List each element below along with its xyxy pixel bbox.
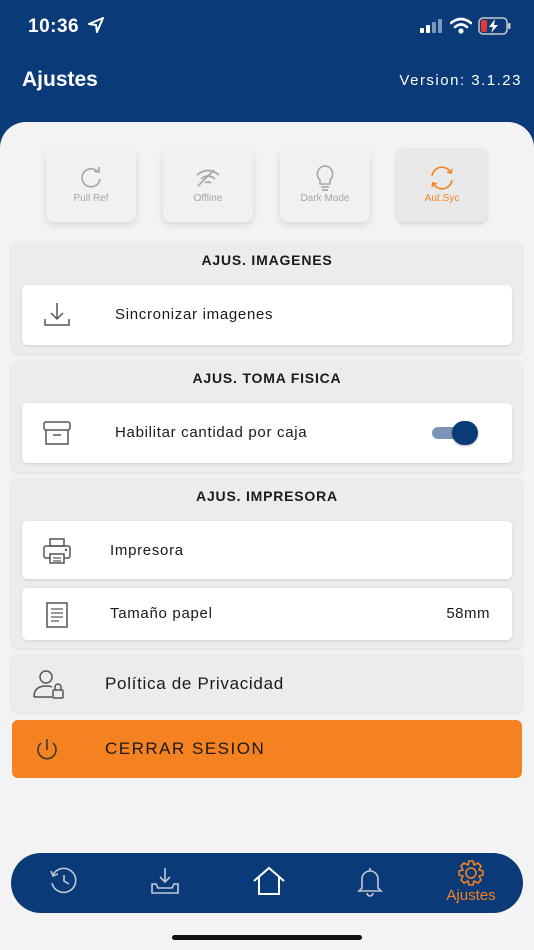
signal-icon [420, 19, 442, 33]
section-impresora: AJUS. IMPRESORA Impresora Tamaño papel 5… [12, 478, 522, 648]
paper-size-row[interactable]: Tamaño papel 58mm [22, 588, 512, 640]
dark-mode-label: Dark Mode [300, 193, 350, 204]
wifi-off-icon [196, 169, 220, 187]
section-imagenes: AJUS. IMAGENES Sincronizar imagenes [12, 242, 522, 354]
sync-images-label: Sincronizar imagenes [115, 306, 274, 323]
caja-toggle[interactable] [432, 421, 478, 445]
auto-sync-label: Aut.Syc [424, 193, 460, 204]
battery-charging-icon [478, 17, 511, 35]
section-title: AJUS. TOMA FISICA [192, 370, 342, 386]
home-indicator [172, 935, 362, 940]
paper-size-label: Tamaño papel [110, 605, 213, 622]
caja-label: Habilitar cantidad por caja [115, 424, 308, 441]
nav-history[interactable] [28, 853, 98, 913]
nav-notifications[interactable] [334, 853, 404, 913]
document-icon [46, 602, 68, 628]
wifi-icon [450, 17, 472, 34]
offline-button[interactable]: Offline [163, 148, 253, 222]
bottom-nav: Ajustes [11, 853, 523, 913]
logout-button[interactable]: CERRAR SESION [12, 720, 522, 778]
privacy-policy-row[interactable]: Política de Privacidad [12, 654, 522, 712]
status-bar: 10:36 [0, 0, 534, 52]
settings-content: Pull Ref Offline Dark Mode Aut.Syc AJUS.… [0, 122, 534, 950]
printer-row[interactable]: Impresora [22, 521, 512, 579]
sync-icon [431, 166, 453, 190]
gear-icon [458, 860, 484, 886]
dark-mode-button[interactable]: Dark Mode [280, 148, 370, 222]
history-icon [50, 867, 77, 894]
archive-box-icon [43, 421, 71, 445]
logout-label: CERRAR SESION [105, 739, 266, 758]
refresh-icon [81, 167, 101, 188]
privacy-policy-label: Política de Privacidad [105, 674, 284, 693]
home-icon [253, 866, 285, 895]
user-lock-icon [33, 670, 64, 699]
nav-settings-label: Ajustes [446, 887, 496, 904]
offline-label: Offline [193, 193, 223, 204]
printer-label: Impresora [110, 542, 184, 559]
page-title: Ajustes [22, 68, 98, 91]
caja-row: Habilitar cantidad por caja [22, 403, 512, 463]
sync-images-row[interactable]: Sincronizar imagenes [22, 285, 512, 345]
toggle-knob [452, 421, 478, 445]
auto-sync-button[interactable]: Aut.Syc [397, 148, 487, 222]
lightbulb-icon [316, 165, 334, 191]
version-label: Version: 3.1.23 [399, 72, 522, 89]
section-title: AJUS. IMPRESORA [196, 488, 338, 504]
nav-settings[interactable]: Ajustes [436, 853, 506, 913]
paper-size-value: 58mm [446, 605, 490, 622]
power-icon [37, 739, 57, 760]
nav-download[interactable] [129, 853, 199, 913]
download-icon [44, 303, 70, 326]
printer-icon [43, 538, 71, 564]
location-arrow-icon [88, 17, 104, 33]
section-title: AJUS. IMAGENES [201, 252, 333, 268]
download-tray-icon [151, 868, 179, 894]
bell-icon [357, 868, 383, 897]
status-time: 10:36 [28, 16, 80, 37]
section-toma-fisica: AJUS. TOMA FISICA Habilitar cantidad por… [12, 360, 522, 472]
nav-home[interactable] [232, 853, 302, 913]
pull-ref-button[interactable]: Pull Ref [46, 148, 136, 222]
pull-ref-label: Pull Ref [73, 193, 109, 204]
